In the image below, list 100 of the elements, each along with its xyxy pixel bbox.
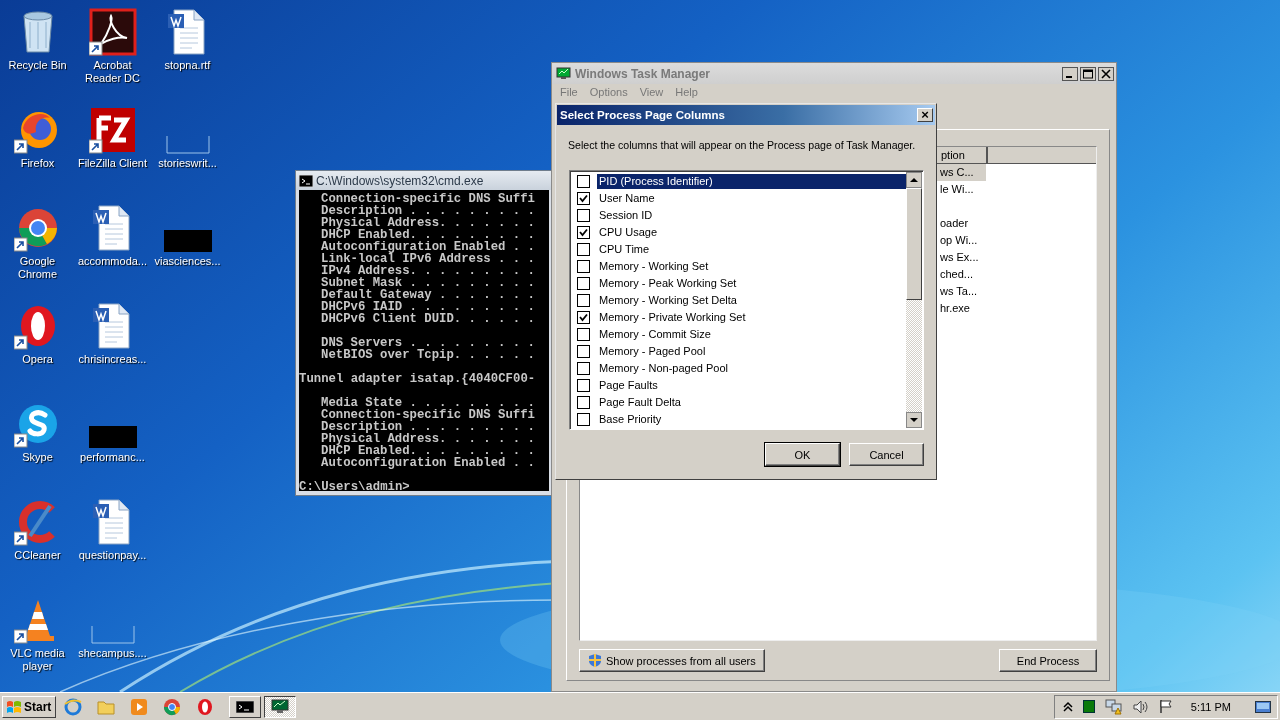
checkbox[interactable]	[577, 243, 590, 256]
checkbox[interactable]	[577, 209, 590, 222]
cancel-button[interactable]: Cancel	[849, 443, 924, 466]
chevron-icon[interactable]	[1062, 700, 1073, 713]
checkbox[interactable]	[577, 260, 590, 273]
console-line: Connection-specific DNS Suffi	[321, 409, 535, 421]
checkbox[interactable]	[577, 192, 590, 205]
console-line: IPv4 Address. . . . . . . . .	[321, 265, 535, 277]
show-all-processes-button[interactable]: Show processes from all users	[579, 649, 765, 672]
console-line: Default Gateway . . . . . . .	[321, 289, 535, 301]
list-item[interactable]: Memory - Private Working Set	[597, 310, 906, 325]
table-cell[interactable]: ched...	[937, 266, 986, 283]
checkbox[interactable]	[577, 175, 590, 188]
browser-icon[interactable]	[163, 697, 182, 716]
list-item[interactable]: CPU Time	[597, 242, 906, 257]
table-cell[interactable]: le Wi...	[937, 181, 986, 198]
console-line: Description . . . . . . . . .	[321, 205, 535, 217]
console-line: Subnet Mask . . . . . . . . .	[321, 277, 535, 289]
scrollbar[interactable]	[906, 171, 923, 429]
console-line: Physical Address. . . . . . .	[321, 217, 535, 229]
desktop-shortcut[interactable]: Acrobat Reader DC	[75, 6, 150, 104]
checkbox[interactable]	[577, 379, 590, 392]
console-line: Physical Address. . . . . . .	[321, 433, 535, 445]
checkbox[interactable]	[577, 345, 590, 358]
console-line: DHCPv6 Client DUID. . . . . .	[321, 313, 535, 325]
table-cell[interactable]: op Wi...	[937, 232, 986, 249]
task-manager-task-button[interactable]	[264, 695, 297, 718]
list-item[interactable]: Page Fault Delta	[597, 395, 906, 410]
list-item[interactable]: Memory - Working Set Delta	[597, 293, 906, 308]
list-item[interactable]: Memory - Working Set	[597, 259, 906, 274]
browser-icon[interactable]	[196, 697, 215, 716]
checkbox[interactable]	[577, 311, 590, 324]
browser-icon[interactable]	[64, 697, 83, 716]
desktop-shortcut[interactable]: Google Chrome	[0, 202, 75, 300]
desktop-shortcut[interactable]: viasciences...	[150, 202, 225, 300]
list-item[interactable]: Base Priority	[597, 412, 906, 427]
table-cell[interactable]: ws Ex...	[937, 249, 986, 266]
desktop-shortcut[interactable]: performanc...	[75, 398, 150, 496]
desktop-shortcut[interactable]: Firefox	[0, 104, 75, 202]
column-header[interactable]: ption	[937, 147, 988, 164]
list-item[interactable]: Session ID	[597, 208, 906, 223]
table-cell[interactable]: ws Ta...	[937, 283, 986, 300]
console-task-button[interactable]	[229, 695, 262, 718]
list-item[interactable]: Memory - Paged Pool	[597, 344, 906, 359]
console-line: Tunnel adapter isatap.{4040CF00-	[299, 373, 536, 385]
close-button[interactable]: ×	[917, 108, 933, 122]
checkbox[interactable]	[577, 362, 590, 375]
scroll-thumb[interactable]	[906, 188, 922, 300]
console-line: Autoconfiguration Enabled . .	[321, 457, 535, 469]
desktop-shortcut[interactable]: CCleaner	[0, 496, 75, 594]
windows-flag-icon	[6, 699, 22, 714]
checkbox[interactable]	[577, 277, 590, 290]
desktop-shortcut[interactable]: chrisincreas...	[75, 300, 150, 398]
window-title: Windows Task Manager	[575, 66, 712, 81]
table-cell[interactable]: hr.exe	[937, 300, 986, 317]
desktop-shortcut[interactable]: stopna.rtf	[150, 6, 225, 104]
console-line: NetBIOS over Tcpip. . . . . .	[321, 349, 535, 361]
scroll-down-icon[interactable]	[906, 412, 922, 428]
list-item[interactable]: Memory - Commit Size	[597, 327, 906, 342]
list-item[interactable]: Memory - Non-paged Pool	[597, 361, 906, 376]
scroll-up-icon[interactable]	[906, 172, 922, 188]
checkbox[interactable]	[577, 328, 590, 341]
desktop-shortcut[interactable]: questionpay...	[75, 496, 150, 594]
desktop-shortcut[interactable]: Opera	[0, 300, 75, 398]
checkbox[interactable]	[577, 226, 590, 239]
clock[interactable]: 5:11 PM	[1190, 700, 1231, 713]
desktop-shortcut[interactable]: accommoda...	[75, 202, 150, 300]
show-desktop-icon[interactable]	[1255, 699, 1271, 714]
ok-button[interactable]: OK	[765, 443, 840, 466]
desktop-shortcut[interactable]: VLC media player	[0, 594, 75, 692]
checkbox[interactable]	[577, 413, 590, 426]
list-item[interactable]: Memory - Peak Working Set	[597, 276, 906, 291]
console-line: Link-local IPv6 Address . . .	[321, 253, 535, 265]
table-cell[interactable]: ws C...	[937, 164, 986, 181]
maximize-icon[interactable]	[1080, 66, 1096, 81]
console-line: Media State . . . . . . . . .	[321, 397, 535, 409]
table-cell[interactable]: oader	[937, 198, 986, 232]
monitor-icon	[556, 67, 571, 80]
shield-icon	[588, 653, 602, 668]
monitor-icon	[271, 699, 290, 714]
end-process-button[interactable]: End Process	[999, 649, 1097, 672]
list-item[interactable]: User Name	[597, 191, 906, 206]
minimize-icon[interactable]	[1062, 66, 1078, 81]
desktop-shortcut[interactable]: shecampus....	[75, 594, 150, 692]
checkbox[interactable]	[577, 294, 590, 307]
desktop-shortcut[interactable]: Skype	[0, 398, 75, 496]
list-item[interactable]: PID (Process Identifier)	[597, 174, 906, 189]
checkbox[interactable]	[577, 396, 590, 409]
close-icon[interactable]	[1098, 66, 1114, 81]
dialog-title: Select Process Page Columns	[560, 109, 725, 121]
start-button[interactable]: Start	[2, 695, 57, 718]
desktop-shortcut[interactable]: storieswrit...	[150, 104, 225, 202]
flag-icon[interactable]	[1158, 699, 1173, 714]
desktop-shortcut[interactable]: FileZilla Client	[75, 104, 150, 202]
network-icon[interactable]	[1104, 698, 1123, 715]
volume-icon[interactable]	[1132, 699, 1149, 714]
list-item[interactable]: CPU Usage	[597, 225, 906, 240]
desktop-shortcut[interactable]: Recycle Bin	[0, 6, 75, 104]
list-item[interactable]: Page Faults	[597, 378, 906, 393]
status-icon[interactable]	[1082, 700, 1095, 713]
